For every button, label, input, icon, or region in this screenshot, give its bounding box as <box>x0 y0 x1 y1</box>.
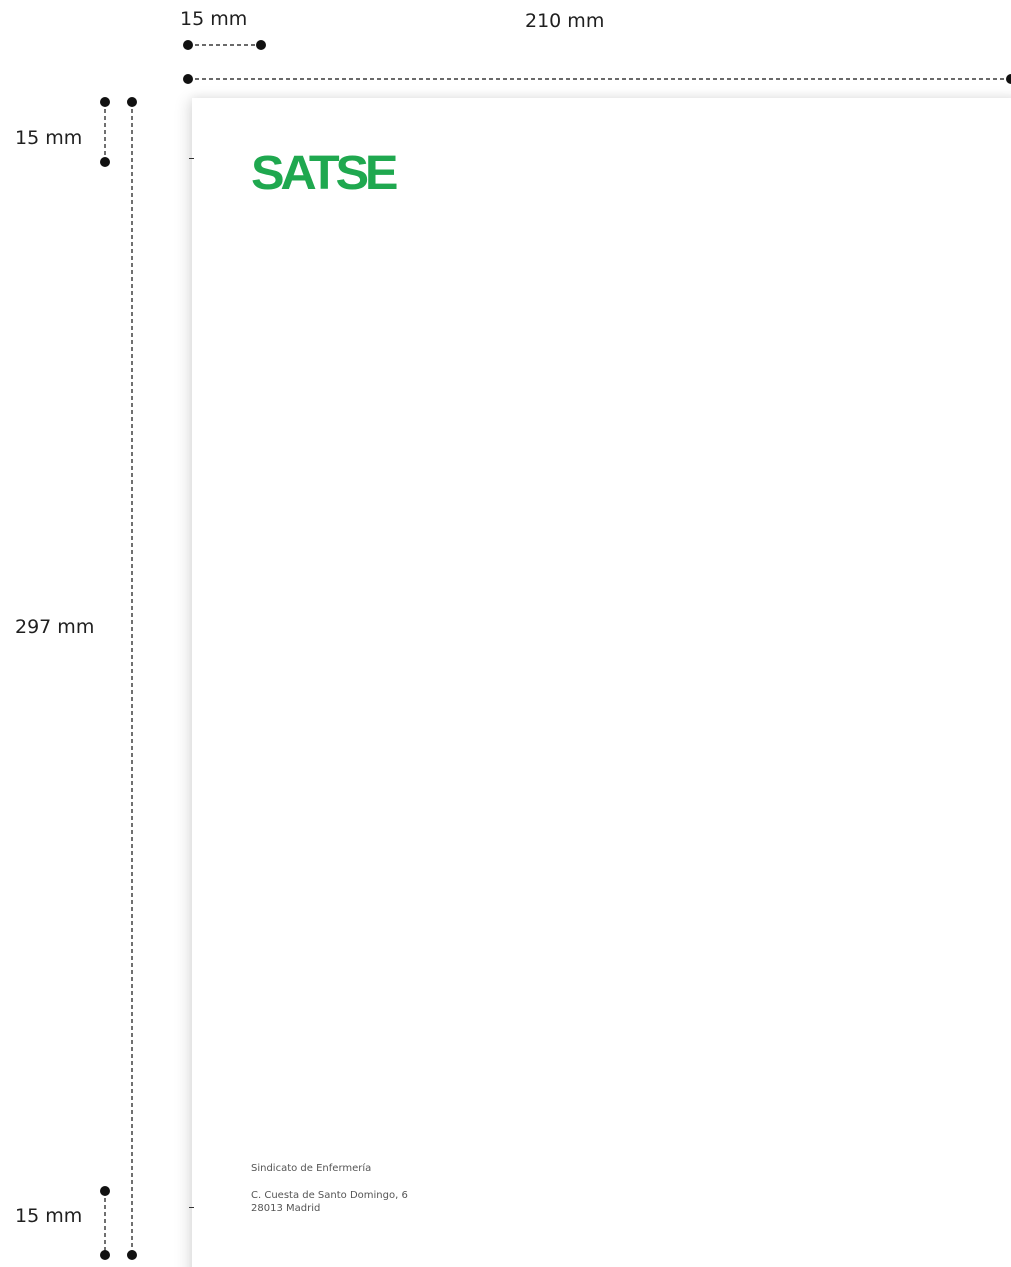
guide-endpoint <box>100 97 110 107</box>
guide-endpoint <box>100 1186 110 1196</box>
guide-endpoint <box>183 40 193 50</box>
organization-name: Sindicato de Enfermería <box>251 1163 372 1174</box>
letterhead-sheet: SATSE Sindicato de Enfermería C. Cuesta … <box>189 98 1011 1267</box>
satse-logo: SATSE <box>251 147 399 200</box>
top-margin-tick <box>189 158 194 159</box>
guide-endpoint <box>256 40 266 50</box>
guide-endpoint <box>127 97 137 107</box>
address-line-2: 28013 Madrid <box>251 1203 321 1214</box>
guide-endpoint <box>100 157 110 167</box>
guide-endpoint <box>1006 74 1011 84</box>
guide-endpoint <box>100 1250 110 1260</box>
address-line-1: C. Cuesta de Santo Domingo, 6 <box>251 1190 408 1201</box>
guide-endpoint <box>183 74 193 84</box>
bottom-margin-tick <box>189 1207 194 1208</box>
guide-endpoint <box>127 1250 137 1260</box>
letterhead-spec-canvas: 15 mm 210 mm 15 mm 297 mm 15 mm SATSE Si… <box>0 0 1011 1267</box>
